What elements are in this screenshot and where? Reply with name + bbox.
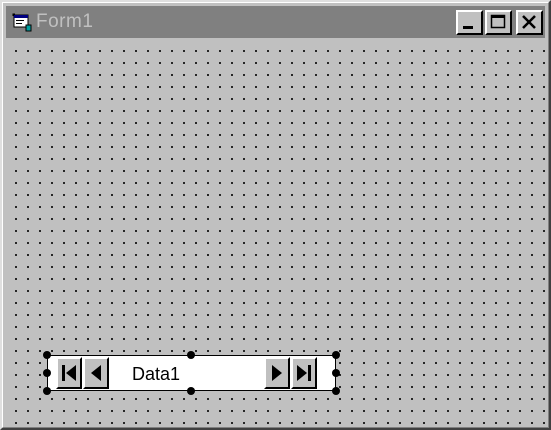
move-previous-icon xyxy=(91,365,101,381)
data-control-body[interactable]: Data1 xyxy=(47,355,336,391)
data-control[interactable]: Data1 xyxy=(43,351,340,395)
resize-handle-left[interactable] xyxy=(43,369,51,377)
move-next-button[interactable] xyxy=(264,357,290,389)
resize-handle-bottom[interactable] xyxy=(187,387,195,395)
window-title: Form1 xyxy=(36,11,94,32)
move-last-button[interactable] xyxy=(291,357,317,389)
resize-handle-top-left[interactable] xyxy=(43,351,51,359)
move-next-icon xyxy=(272,365,282,381)
move-previous-button[interactable] xyxy=(83,357,109,389)
resize-handle-right[interactable] xyxy=(332,369,340,377)
resize-handle-bottom-right[interactable] xyxy=(332,387,340,395)
close-button[interactable] xyxy=(516,10,543,35)
form-window: Form1 Data1 xyxy=(0,0,551,430)
move-last-icon xyxy=(297,365,311,381)
maximize-button[interactable] xyxy=(485,10,512,35)
form-design-surface[interactable]: Data1 xyxy=(6,40,545,424)
close-icon xyxy=(522,15,536,29)
resize-handle-top[interactable] xyxy=(187,351,195,359)
resize-handle-top-right[interactable] xyxy=(332,351,340,359)
form-icon[interactable] xyxy=(12,12,32,32)
resize-handle-bottom-left[interactable] xyxy=(43,387,51,395)
data-control-caption: Data1 xyxy=(132,364,181,384)
move-first-icon xyxy=(62,365,76,381)
title-bar[interactable]: Form1 xyxy=(6,6,545,38)
minimize-icon xyxy=(463,26,473,29)
minimize-button[interactable] xyxy=(456,10,483,35)
move-first-button[interactable] xyxy=(56,357,82,389)
maximize-icon xyxy=(490,14,506,29)
